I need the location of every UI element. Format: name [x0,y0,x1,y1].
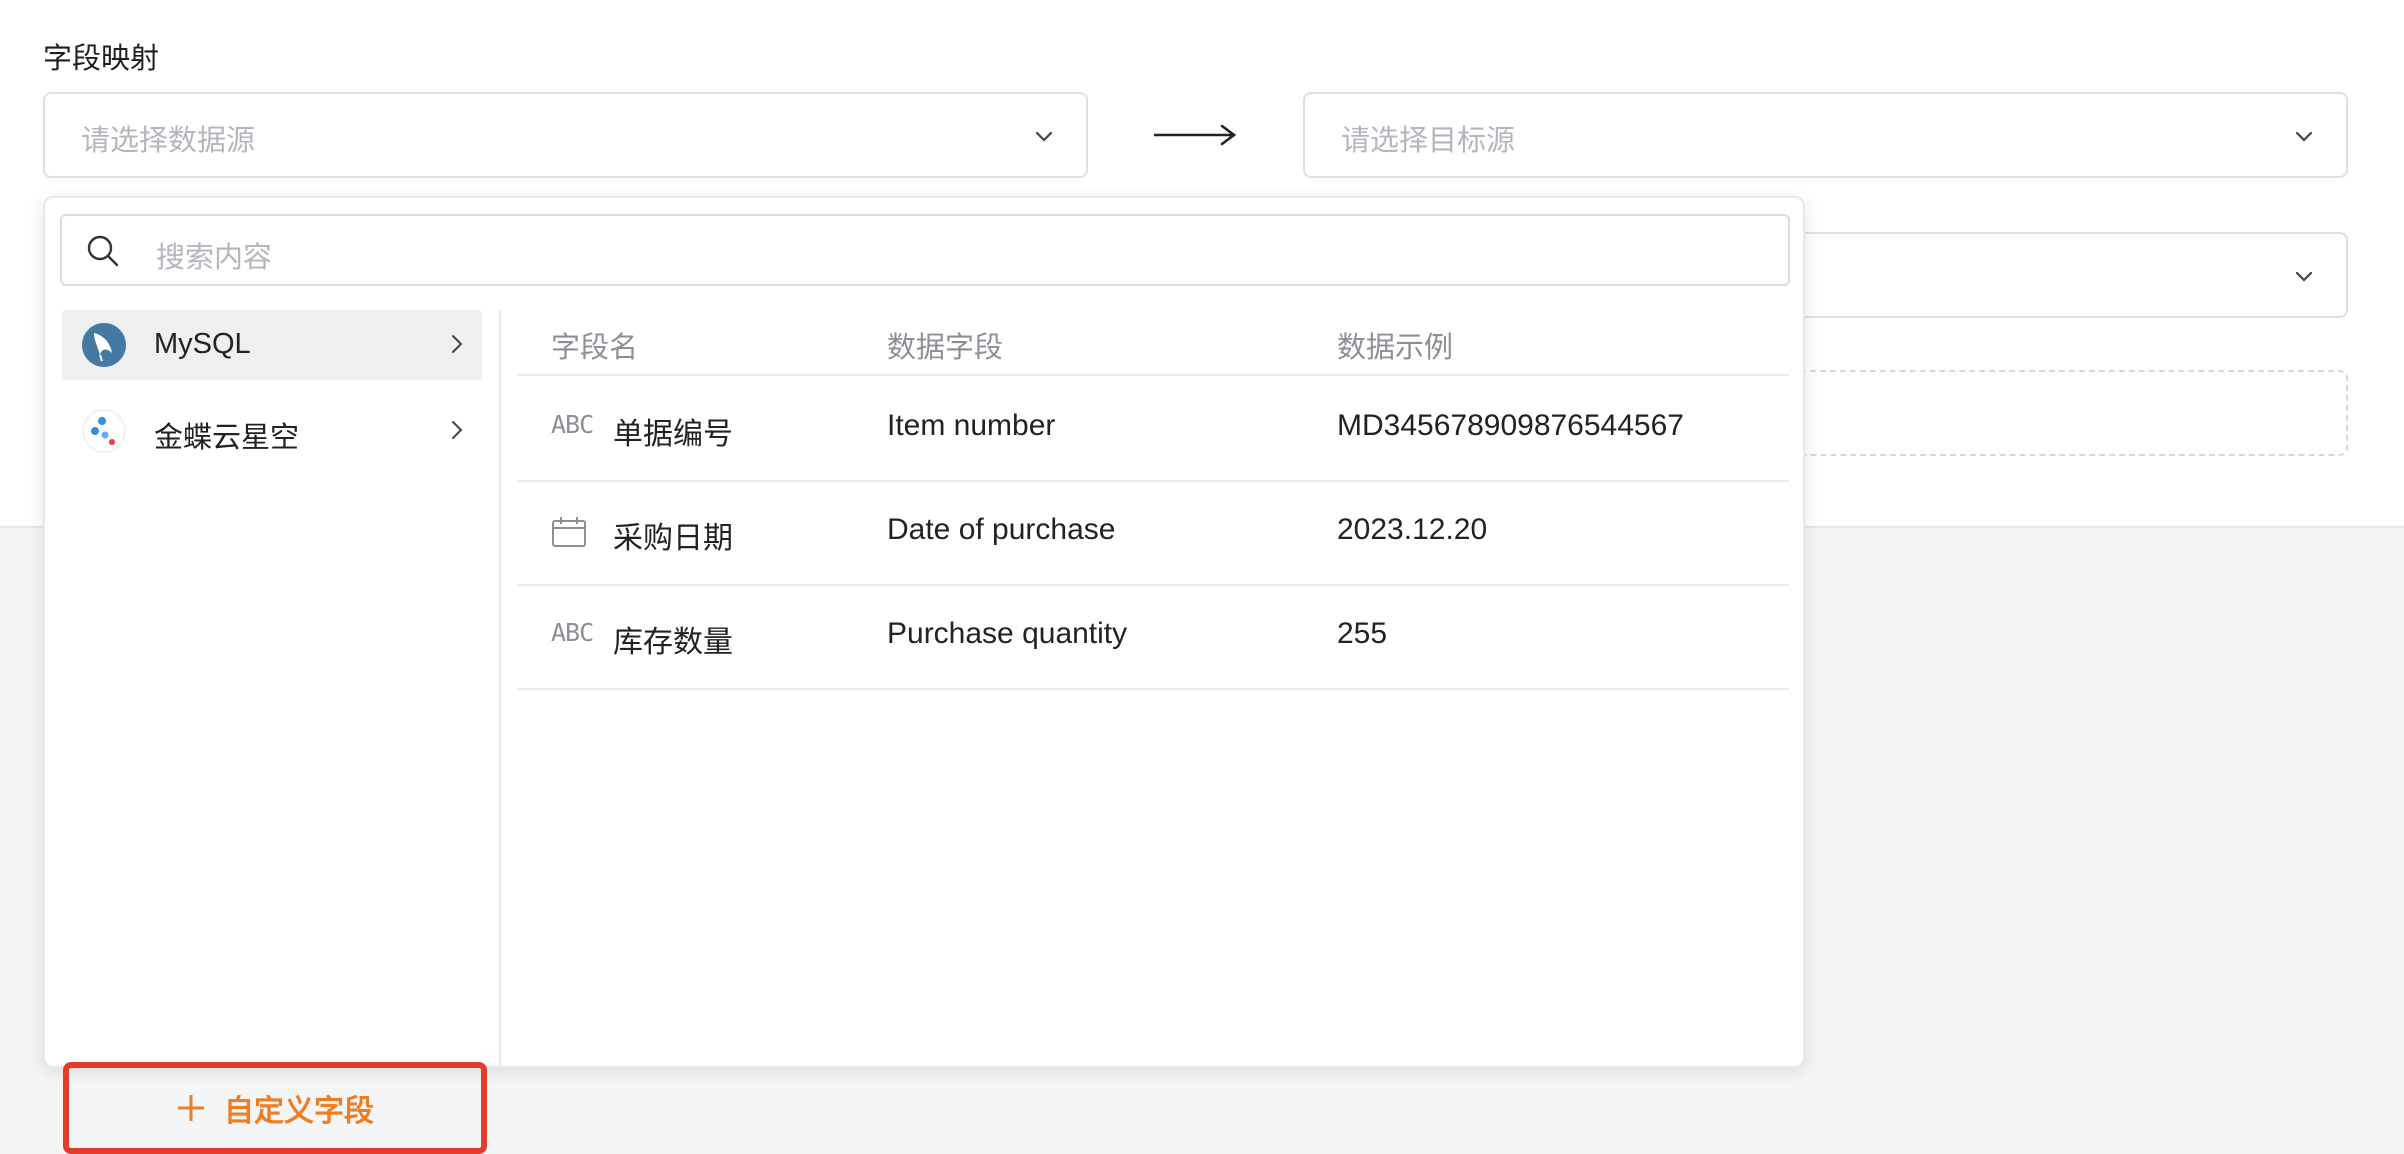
column-header-data-field: 数据字段 [887,332,1004,364]
chevron-right-icon [452,421,463,439]
search-input[interactable]: 搜索内容 [60,214,1790,286]
data-field: Item number [887,409,1056,442]
add-custom-field-label: 自定义字段 [224,1095,374,1128]
target-select[interactable]: 请选择目标源 [1303,92,2348,178]
source-select[interactable]: 请选择数据源 [43,92,1088,178]
table-row[interactable]: 采购日期 Date of purchase 2023.12.20 [517,480,1789,586]
field-name: 单据编号 [613,418,733,451]
arrow-right-icon [1154,124,1237,146]
field-name: 采购日期 [613,522,733,555]
chevron-down-icon [1035,131,1053,142]
data-field: Purchase quantity [887,617,1128,650]
search-icon [87,235,119,267]
data-sample: MD345678909876544567 [1337,409,1684,442]
chevron-right-icon [452,335,463,353]
source-item-mysql[interactable]: MySQL [62,310,482,380]
data-sample: 2023.12.20 [1337,513,1488,546]
kingdee-icon [82,409,126,453]
chevron-down-icon [2295,131,2313,142]
source-select-placeholder: 请选择数据源 [81,125,256,157]
column-header-data-sample: 数据示例 [1337,332,1454,364]
dashed-add-area[interactable] [1790,370,2348,456]
field-name: 库存数量 [613,626,733,659]
calendar-icon [552,517,586,547]
source-list: MySQL 金蝶云星空 自定义字段 [45,310,501,1154]
data-sample: 255 [1337,617,1388,650]
target-select-placeholder: 请选择目标源 [1341,125,1516,157]
column-header-field-name: 字段名 [551,332,639,364]
text-type-icon: ABC [551,410,594,439]
chevron-down-icon [2295,271,2313,282]
source-dropdown-popup: 搜索内容 MySQL 金蝶云星空 自定义字段 字段名 数据字段 数据示例 ABC… [43,196,1805,1154]
text-type-icon: ABC [551,618,594,647]
table-row[interactable]: ABC 单据编号 Item number MD34567890987654456… [517,376,1789,482]
table-row[interactable]: ABC 库存数量 Purchase quantity 255 [517,584,1789,690]
section-title: 字段映射 [43,43,160,75]
mysql-dolphin-icon [82,323,126,367]
search-placeholder: 搜索内容 [156,242,273,274]
data-field: Date of purchase [887,513,1116,546]
source-item-label: 金蝶云星空 [154,422,300,454]
source-item-label: MySQL [154,328,251,360]
add-custom-field-button[interactable]: 自定义字段 [63,1062,487,1154]
plus-icon [178,1095,204,1121]
source-item-kingdee[interactable]: 金蝶云星空 [62,396,482,466]
table-header: 字段名 数据字段 数据示例 [517,310,1789,376]
